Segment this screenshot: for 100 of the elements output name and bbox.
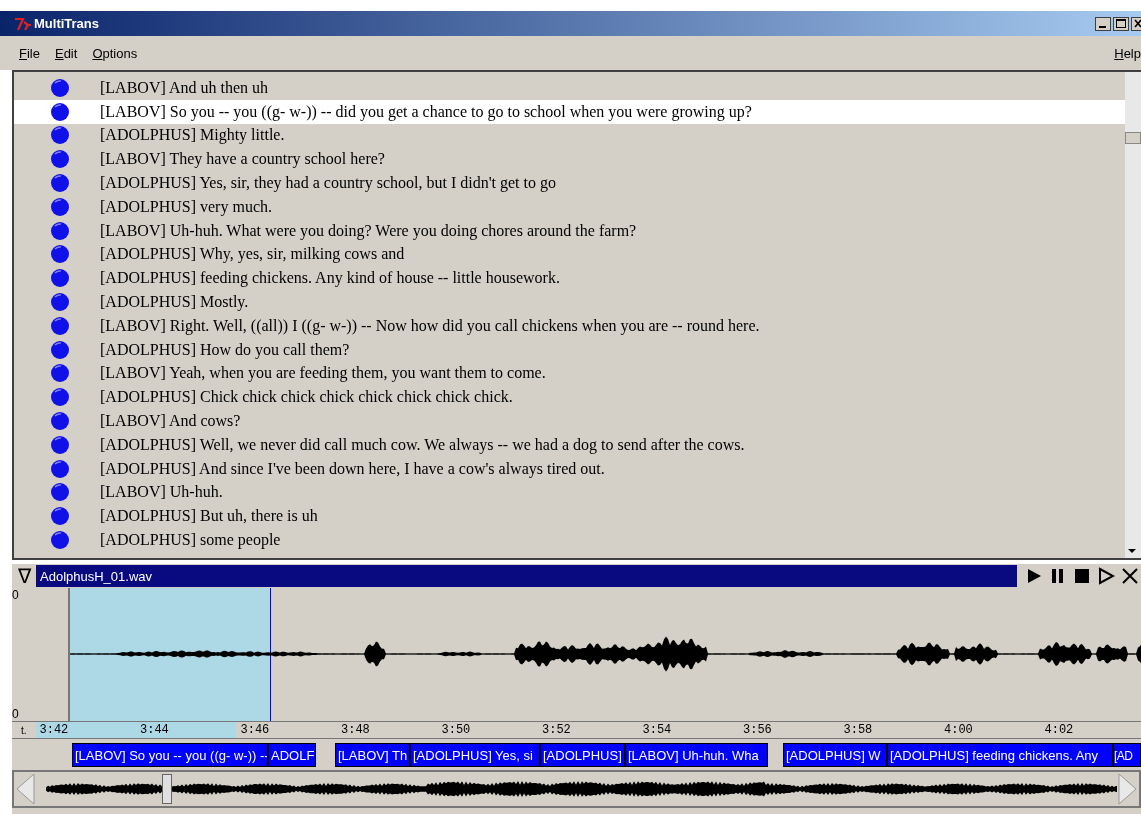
time-label: 3:54 <box>641 723 673 737</box>
segment-marker-icon[interactable] <box>50 173 70 194</box>
utterance-text: [ADOLPHUS] some people <box>100 531 281 550</box>
segment-block[interactable]: [LABOV] Th <box>335 743 410 767</box>
transcript-row[interactable]: [LABOV] Uh-huh. What were you doing? Were you doing chores around the farm? <box>14 218 1125 243</box>
time-label: 3:50 <box>440 723 472 737</box>
utterance-text: [ADOLPHUS] very much. <box>100 197 272 216</box>
transcript-row[interactable]: [ADOLPHUS] Mostly. <box>14 290 1125 314</box>
utterance-text: [ADOLPHUS] Yes, sir, they had a country school, but I didn't get to go <box>100 174 556 193</box>
utterance-text: [LABOV] They have a country school here? <box>100 150 385 169</box>
utterance-text: [ADOLPHUS] Chick chick chick chick chick chick chick chick. <box>100 388 513 407</box>
play-button[interactable] <box>1025 567 1043 585</box>
segment-marker-icon[interactable] <box>50 220 70 241</box>
transcript-row[interactable]: [LABOV] So you -- you ((g- w-)) -- did you get a chance to go to school when you were growing up? <box>14 99 1125 124</box>
scrollbar[interactable] <box>1125 72 1141 558</box>
segment-block[interactable]: [ADOLPHUS] feeding chickens. Any <box>887 743 1113 767</box>
transcript-row[interactable]: [LABOV] And uh then uh <box>14 76 1125 100</box>
utterance-text: [LABOV] Uh-huh. <box>100 483 223 502</box>
transcript-row[interactable]: [ADOLPHUS] But uh, there is uh <box>14 504 1125 529</box>
utterance-text: [ADOLPHUS] Why, yes, sir, milking cows and <box>100 245 405 264</box>
selection-region[interactable] <box>70 588 271 721</box>
segment-marker-icon[interactable] <box>50 506 70 527</box>
axis-label: 0 <box>12 588 20 602</box>
utterance-text: [ADOLPHUS] And since I've been down here, I have a cow's always tired out. <box>100 459 605 478</box>
utterance-text: [LABOV] And cows? <box>100 412 241 431</box>
collapse-toggle[interactable]: ∇ <box>12 565 36 587</box>
segment-marker-icon[interactable] <box>50 434 70 455</box>
menu-item[interactable]: Options <box>92 45 138 61</box>
segment-marker-icon[interactable] <box>50 244 70 265</box>
segment-marker-icon[interactable] <box>50 315 70 336</box>
segment-marker-icon[interactable] <box>50 363 70 384</box>
close-button[interactable] <box>1131 17 1141 31</box>
window-title: MultiTrans <box>34 16 99 31</box>
segment-marker-icon[interactable] <box>50 196 70 217</box>
transcript-row[interactable]: [ADOLPHUS] some people <box>14 528 1125 552</box>
transcript-row[interactable]: [ADOLPHUS] Mighty little. <box>14 123 1125 148</box>
transcript-row[interactable]: [LABOV] Right. Well, ((all)) I ((g- w-)) -- Now how did you call chickens when you are -- round here. <box>14 313 1125 338</box>
scrollbar-thumb[interactable] <box>1125 132 1141 144</box>
segment-block[interactable]: [ADOLPHUS] W <box>783 743 887 767</box>
menu-item[interactable]: Help <box>1114 45 1141 61</box>
segment-marker-icon[interactable] <box>50 149 70 170</box>
utterance-text: [ADOLPHUS] Mostly. <box>100 293 249 312</box>
segment-marker-icon[interactable] <box>50 530 70 551</box>
segment-marker-icon[interactable] <box>50 125 70 146</box>
utterance-text: [ADOLPHUS] Mighty little. <box>100 126 285 145</box>
transcript-row[interactable]: [ADOLPHUS] How do you call them? <box>14 337 1125 362</box>
utterance-text: [LABOV] Right. Well, ((all)) I ((g- w-)) -- Now how did you call chickens when you are -- round here. <box>100 316 760 335</box>
utterance-text: [ADOLPHUS] How do you call them? <box>100 340 350 359</box>
segment-marker-icon[interactable] <box>50 482 70 503</box>
segment-marker-icon[interactable] <box>50 458 70 479</box>
utterance-text: [LABOV] Uh-huh. What were you doing? Were you doing chores around the farm? <box>100 221 637 240</box>
transcript-row[interactable]: [LABOV] Yeah, when you are feeding them, you want them to come. <box>14 361 1125 386</box>
audio-file-name: AdolphusH_01.wav <box>39 568 153 584</box>
segment-marker-icon[interactable] <box>50 339 70 360</box>
waveform-panel[interactable] <box>70 588 1141 721</box>
time-label: 3:44 <box>139 723 170 737</box>
time-label: 3:48 <box>340 723 371 737</box>
time-label: 3:58 <box>842 723 874 737</box>
segment-marker-icon[interactable] <box>50 387 70 408</box>
transcript-row[interactable]: [ADOLPHUS] very much. <box>14 195 1125 219</box>
minimize-button[interactable] <box>1095 17 1111 31</box>
segment-marker-icon[interactable] <box>50 268 70 289</box>
overview-handle[interactable] <box>162 774 172 804</box>
segment-block[interactable]: ADOLF <box>268 743 316 767</box>
time-label: 4:00 <box>943 723 974 737</box>
transcript-row[interactable]: [ADOLPHUS] And since I've been down here, I have a cow's always tired out. <box>14 456 1125 481</box>
app-logo-icon <box>14 16 32 31</box>
transcript-row[interactable]: [ADOLPHUS] Well, we never did call much cow. We always -- we had a dog to send after the cows. <box>14 432 1125 457</box>
transcript-row[interactable]: [ADOLPHUS] feeding chickens. Any kind of house -- little housework. <box>14 266 1125 291</box>
transcript-row[interactable]: [ADOLPHUS] Yes, sir, they had a country school, but I didn't get to go <box>14 171 1125 195</box>
play-outline-button[interactable] <box>1097 567 1115 585</box>
transcript-row[interactable]: [LABOV] They have a country school here? <box>14 147 1125 172</box>
time-label: 3:46 <box>239 723 271 737</box>
segment-block[interactable]: [LABOV] Uh-huh. Wha <box>625 743 768 767</box>
utterance-text: [LABOV] So you -- you ((g- w-)) -- did you get a chance to go to school when you were growing up? <box>100 102 752 121</box>
stop-button[interactable] <box>1073 567 1091 585</box>
utterance-text: [ADOLPHUS] But uh, there is uh <box>100 507 318 526</box>
close-button[interactable] <box>1121 567 1139 585</box>
transcript-row[interactable]: [ADOLPHUS] Chick chick chick chick chick chick chick chick. <box>14 385 1125 410</box>
segment-block[interactable]: [AD <box>1113 743 1141 767</box>
transcript-row[interactable]: [LABOV] Uh-huh. <box>14 480 1125 505</box>
segment-marker-icon[interactable] <box>50 77 70 98</box>
axis-label: 0 <box>12 707 20 721</box>
segment-marker-icon[interactable] <box>50 292 70 313</box>
time-label: 3:56 <box>742 723 773 737</box>
time-label: 4:02 <box>1043 723 1075 737</box>
transcript-row[interactable]: [ADOLPHUS] Why, yes, sir, milking cows and <box>14 242 1125 267</box>
utterance-text: [ADOLPHUS] feeding chickens. Any kind of house -- little housework. <box>100 269 560 288</box>
menu-item[interactable]: Edit <box>54 45 78 61</box>
time-label: 3:52 <box>541 723 572 737</box>
time-axis-label: t. <box>19 724 28 736</box>
segment-marker-icon[interactable] <box>50 101 70 122</box>
utterance-text: [LABOV] Yeah, when you are feeding them, you want them to come. <box>100 364 546 383</box>
utterance-text: [LABOV] And uh then uh <box>100 78 268 97</box>
transcript-row[interactable]: [LABOV] And cows? <box>14 409 1125 433</box>
segment-block[interactable]: [ADOLPHUS] Yes, si <box>410 743 540 767</box>
segment-block[interactable]: [ADOLPHUS] <box>540 743 625 767</box>
segment-marker-icon[interactable] <box>50 411 70 432</box>
maximize-button[interactable] <box>1113 17 1129 31</box>
menu-item[interactable]: File <box>19 45 40 61</box>
